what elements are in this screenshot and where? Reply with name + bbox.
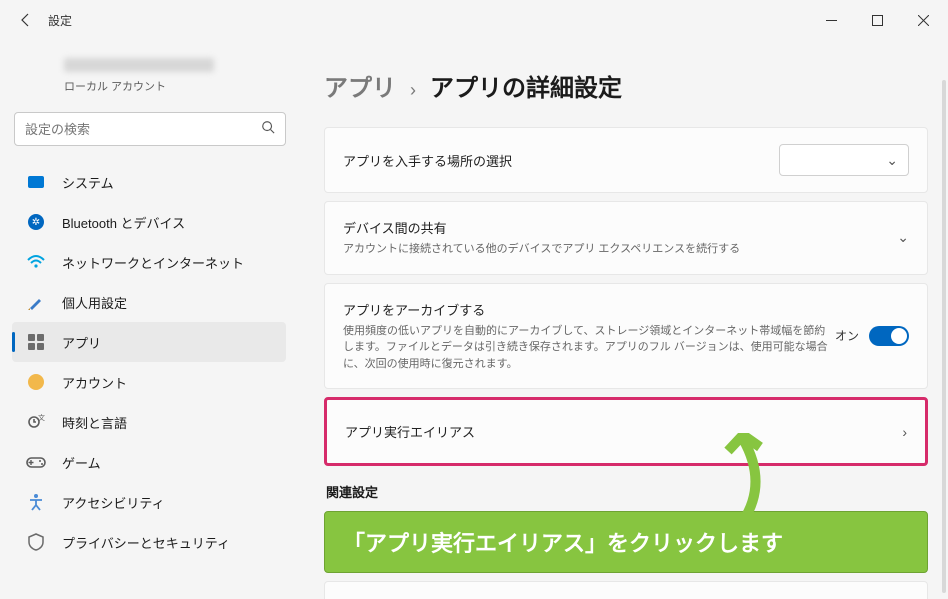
chevron-down-icon: ⌄ <box>886 152 898 169</box>
card-app-alias[interactable]: アプリ実行エイリアス › <box>324 397 928 466</box>
nav-label: アプリ <box>62 333 101 352</box>
nav-label: アクセシビリティ <box>62 493 165 512</box>
breadcrumb: アプリ › アプリの詳細設定 <box>324 68 928 103</box>
annotation-text: 「アプリ実行エイリアス」をクリックします <box>324 511 928 573</box>
minimize-button[interactable] <box>808 4 854 36</box>
accounts-icon <box>26 372 46 392</box>
card-share[interactable]: デバイス間の共有 アカウントに接続されている他のデバイスでアプリ エクスペリエン… <box>324 201 928 275</box>
chevron-right-icon: › <box>902 424 907 440</box>
card-title: アプリをアーカイブする <box>343 300 835 319</box>
breadcrumb-current: アプリの詳細設定 <box>430 68 622 103</box>
nav-label: システム <box>62 173 114 192</box>
app-source-select[interactable]: ⌄ <box>779 144 909 176</box>
account-type: ローカル アカウント <box>64 78 278 94</box>
personalize-icon <box>26 292 46 312</box>
back-button[interactable] <box>10 4 42 36</box>
titlebar: 設定 <box>0 0 948 40</box>
card-sub: アカウントに接続されている他のデバイスでアプリ エクスペリエンスを続行する <box>343 241 897 258</box>
breadcrumb-root[interactable]: アプリ <box>324 68 396 103</box>
game-icon <box>26 452 46 472</box>
breadcrumb-sep-icon: › <box>410 80 416 101</box>
account-block[interactable]: ローカル アカウント <box>8 58 292 112</box>
toggle-label: オン <box>835 327 859 344</box>
chevron-down-icon: ⌄ <box>897 229 909 246</box>
apps-icon <box>26 332 46 352</box>
window-title: 設定 <box>48 12 72 29</box>
nav-label: ゲーム <box>62 453 101 472</box>
nav-time[interactable]: 文 時刻と言語 <box>12 402 286 442</box>
nav-label: アカウント <box>62 373 127 392</box>
nav-label: 個人用設定 <box>62 293 127 312</box>
nav-network[interactable]: ネットワークとインターネット <box>12 242 286 282</box>
search-icon <box>261 120 275 139</box>
card-install[interactable]: プログラムのインストール方法 ↗ <box>324 581 928 599</box>
nav-accessibility[interactable]: アクセシビリティ <box>12 482 286 522</box>
search-box[interactable] <box>14 112 286 146</box>
nav-bluetooth[interactable]: ✲ Bluetooth とデバイス <box>12 202 286 242</box>
system-icon <box>26 172 46 192</box>
annotation-callout: 「アプリ実行エイリアス」をクリックします <box>324 511 928 573</box>
nav-personalize[interactable]: 個人用設定 <box>12 282 286 322</box>
network-icon <box>26 252 46 272</box>
card-archive: アプリをアーカイブする 使用頻度の低いアプリを自動的にアーカイブして、ストレージ… <box>324 283 928 390</box>
nav-label: Bluetooth とデバイス <box>62 213 185 232</box>
privacy-icon <box>26 532 46 552</box>
annotation-arrow-icon <box>708 433 778 523</box>
card-title: デバイス間の共有 <box>343 218 897 237</box>
nav-label: プライバシーとセキュリティ <box>62 533 230 552</box>
accessibility-icon <box>26 492 46 512</box>
nav-system[interactable]: システム <box>12 162 286 202</box>
nav-game[interactable]: ゲーム <box>12 442 286 482</box>
scrollbar[interactable] <box>942 80 946 593</box>
nav-label: 時刻と言語 <box>62 413 127 432</box>
bluetooth-icon: ✲ <box>26 212 46 232</box>
search-input[interactable] <box>25 122 261 137</box>
related-section-label: 関連設定 <box>326 482 926 501</box>
nav-list: システム ✲ Bluetooth とデバイス ネットワークとインターネット 個人… <box>8 162 292 591</box>
content-area: アプリ › アプリの詳細設定 アプリを入手する場所の選択 ⌄ デバイス間の共有 … <box>300 40 948 599</box>
nav-label: ネットワークとインターネット <box>62 253 244 272</box>
maximize-button[interactable] <box>854 4 900 36</box>
card-title: アプリ実行エイリアス <box>345 422 902 441</box>
archive-toggle[interactable] <box>869 326 909 346</box>
sidebar: ローカル アカウント システム ✲ Bluetooth とデバイス ネットワーク… <box>0 40 300 599</box>
account-name-redacted <box>64 58 214 72</box>
card-title: アプリを入手する場所の選択 <box>343 151 779 170</box>
nav-privacy[interactable]: プライバシーとセキュリティ <box>12 522 286 562</box>
nav-accounts[interactable]: アカウント <box>12 362 286 402</box>
card-sub: 使用頻度の低いアプリを自動的にアーカイブして、ストレージ領域とインターネット帯域… <box>343 323 835 373</box>
close-button[interactable] <box>900 4 946 36</box>
nav-apps[interactable]: アプリ <box>12 322 286 362</box>
time-icon: 文 <box>26 412 46 432</box>
svg-text:文: 文 <box>38 413 45 422</box>
card-app-source[interactable]: アプリを入手する場所の選択 ⌄ <box>324 127 928 193</box>
